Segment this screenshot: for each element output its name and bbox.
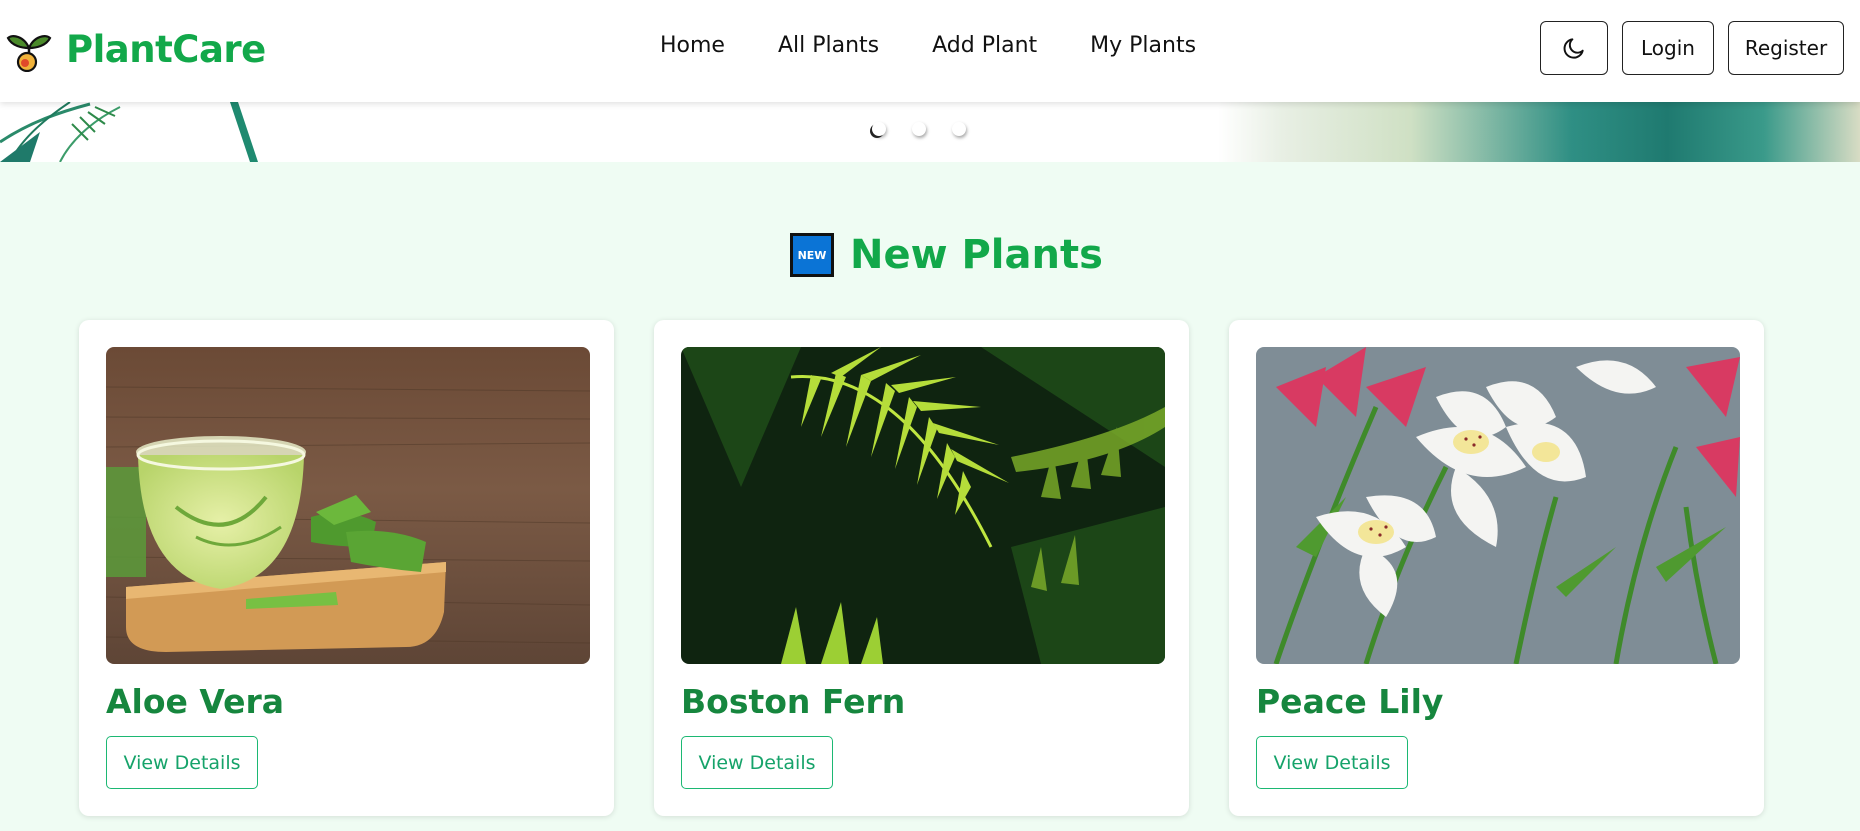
- nav-all-plants[interactable]: All Plants: [778, 33, 879, 58]
- plant-card: Peace Lily View Details: [1229, 320, 1764, 816]
- hero-leaves-left: [0, 102, 258, 162]
- plant-name: Boston Fern: [681, 682, 906, 721]
- white-lily-flowers-image: [1256, 347, 1740, 664]
- nav-my-plants[interactable]: My Plants: [1090, 33, 1196, 58]
- nav-add-plant[interactable]: Add Plant: [932, 33, 1037, 58]
- carousel-dot-1[interactable]: [872, 122, 886, 136]
- plant-name: Aloe Vera: [106, 682, 285, 721]
- fern-leaves-image: [681, 347, 1165, 664]
- aloe-vera-drink-image: [106, 347, 590, 664]
- hero-carousel: [0, 102, 1860, 162]
- hero-leaves-right: [1218, 102, 1860, 162]
- plant-card: Aloe Vera View Details: [79, 320, 614, 816]
- main-nav: Home All Plants Add Plant My Plants: [660, 33, 1196, 58]
- carousel-dot-3[interactable]: [952, 122, 966, 136]
- top-navbar: PlantCare Home All Plants Add Plant My P…: [0, 0, 1860, 102]
- view-details-button[interactable]: View Details: [1256, 736, 1408, 789]
- new-plants-header: NEW New Plants: [790, 232, 1103, 278]
- brand[interactable]: PlantCare: [6, 26, 266, 72]
- sprout-icon: [6, 35, 52, 72]
- theme-toggle-button[interactable]: [1540, 21, 1608, 75]
- nav-home[interactable]: Home: [660, 33, 725, 58]
- login-button[interactable]: Login: [1622, 21, 1714, 75]
- moon-icon: [1563, 38, 1584, 59]
- carousel-dot-2[interactable]: [912, 122, 926, 136]
- view-details-button[interactable]: View Details: [681, 736, 833, 789]
- plant-name: Peace Lily: [1256, 682, 1444, 721]
- carousel-dots: [872, 122, 966, 136]
- view-details-button[interactable]: View Details: [106, 736, 258, 789]
- section-title: New Plants: [850, 232, 1103, 278]
- plant-card: Boston Fern View Details: [654, 320, 1189, 816]
- register-button[interactable]: Register: [1728, 21, 1844, 75]
- new-badge-icon: NEW: [790, 233, 834, 277]
- nav-actions: Login Register: [1540, 21, 1844, 75]
- brand-name: PlantCare: [66, 27, 266, 71]
